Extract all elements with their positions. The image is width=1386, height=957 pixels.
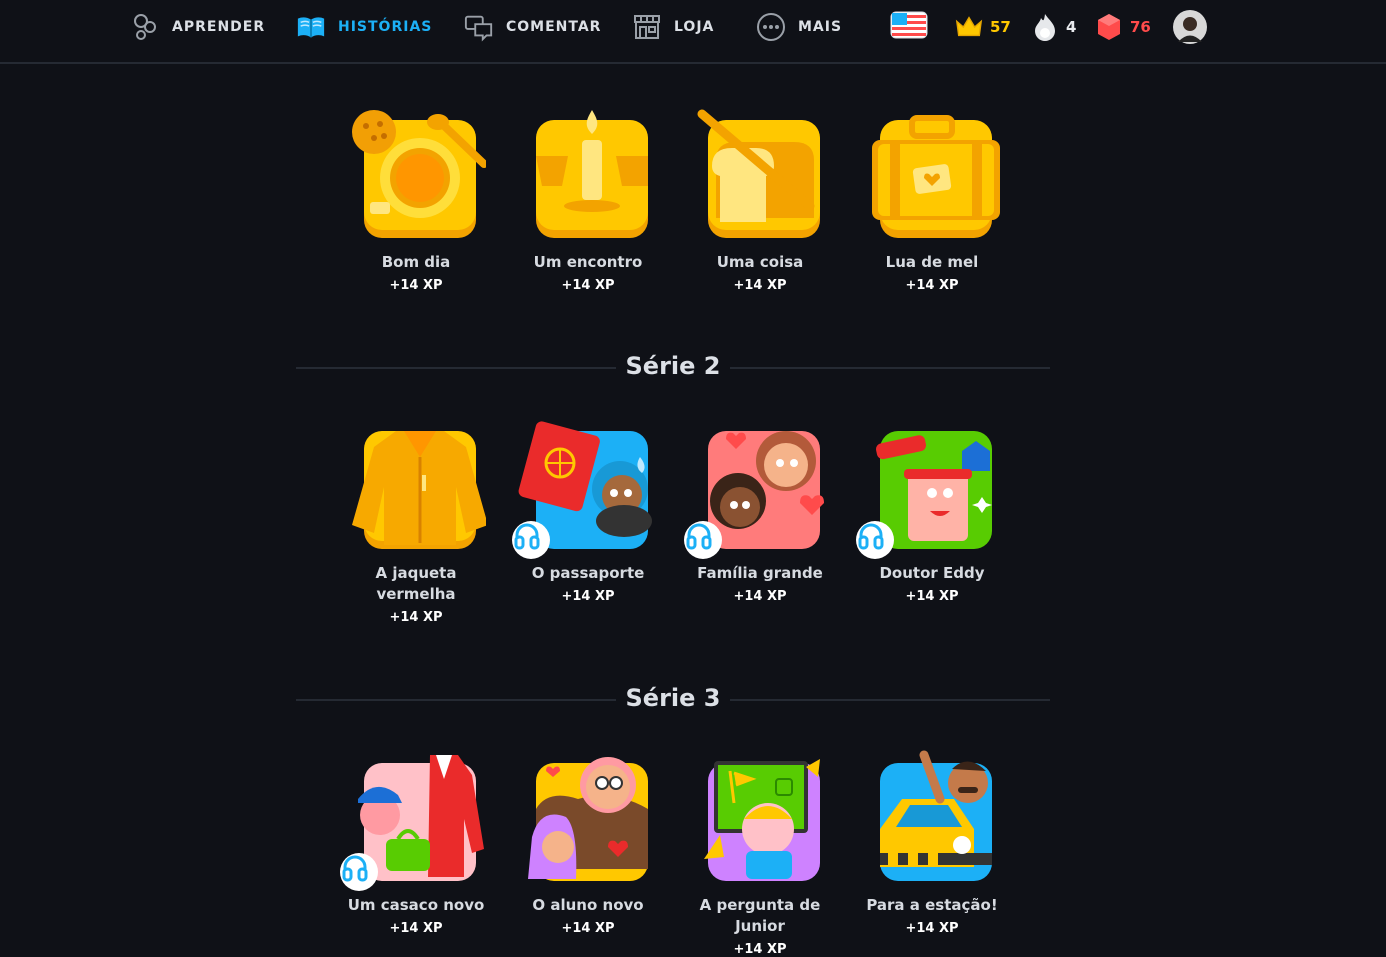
story-title: Lua de mel <box>885 253 979 271</box>
streak-counter[interactable]: 4 <box>1030 11 1076 43</box>
crown-icon <box>954 12 984 42</box>
story-xp: +14 XP <box>905 589 959 604</box>
gems-count: 76 <box>1130 18 1151 36</box>
suitcase-icon <box>862 106 1002 246</box>
crowns-counter[interactable]: 57 <box>954 11 1011 43</box>
audio-badge <box>512 521 550 559</box>
us-flag-icon <box>890 10 928 44</box>
nav-aprender[interactable]: APRENDER <box>130 11 265 43</box>
story-xp: +14 XP <box>389 278 443 293</box>
learn-icon <box>130 12 160 42</box>
story-xp: +14 XP <box>389 610 443 625</box>
taxi-icon <box>862 749 1002 889</box>
story-title: O passaporte <box>531 564 645 582</box>
story-title: O aluno novo <box>532 896 644 914</box>
crowns-count: 57 <box>990 18 1011 36</box>
story-a-pergunta-de-junior[interactable]: A pergunta de Junior +14 XP <box>685 749 835 957</box>
headphones-icon <box>514 523 540 550</box>
story-xp: +14 XP <box>733 589 787 604</box>
story-title: Família grande <box>697 564 823 582</box>
avatar-icon <box>1173 10 1207 44</box>
story-xp: +14 XP <box>561 589 615 604</box>
story-xp: +14 XP <box>389 921 443 936</box>
language-flag[interactable] <box>890 11 928 43</box>
family-icon <box>684 417 830 559</box>
story-o-aluno-novo[interactable]: O aluno novo +14 XP <box>513 749 663 936</box>
chat-icon <box>464 12 494 42</box>
nav-mais[interactable]: MAIS <box>756 11 842 43</box>
nav-loja-label: LOJA <box>674 19 715 35</box>
story-title: Um encontro <box>533 253 643 271</box>
story-title: Uma coisa <box>716 253 804 271</box>
story-a-jaqueta-vermelha[interactable]: A jaqueta vermelha +14 XP <box>341 417 491 625</box>
book-icon <box>296 12 326 42</box>
story-uma-coisa[interactable]: Uma coisa +14 XP <box>685 106 835 293</box>
story-um-encontro[interactable]: Um encontro +14 XP <box>513 106 663 293</box>
doctor-icon <box>856 417 1002 559</box>
story-o-passaporte[interactable]: O passaporte +14 XP <box>512 417 663 604</box>
story-xp: +14 XP <box>905 921 959 936</box>
coffee-cup-icon <box>346 106 486 246</box>
gem-icon <box>1094 12 1124 42</box>
avatar[interactable] <box>1172 10 1208 44</box>
story-title: Para a estação! <box>866 896 998 914</box>
candle-icon <box>518 106 658 246</box>
passport-icon <box>512 417 658 559</box>
streak-count: 4 <box>1066 18 1077 36</box>
divider <box>730 367 1050 369</box>
story-um-casaco-novo[interactable]: Um casaco novo +14 XP <box>340 749 491 936</box>
story-familia-grande[interactable]: Família grande +14 XP <box>684 417 835 604</box>
headphones-icon <box>342 855 368 882</box>
story-title: Doutor Eddy <box>879 564 985 582</box>
story-xp: +14 XP <box>905 278 959 293</box>
bread-icon <box>690 106 830 246</box>
headphones-icon <box>858 523 884 550</box>
nav-aprender-label: APRENDER <box>172 19 266 35</box>
top-nav: APRENDER HISTÓRIAS COMENTAR LOJA MAIS 57 <box>0 0 1386 64</box>
nav-mais-label: MAIS <box>798 19 843 35</box>
jacket-icon <box>346 417 486 557</box>
series-2-header: Série 2 <box>296 352 1050 382</box>
story-xp: +14 XP <box>561 278 615 293</box>
question-icon <box>690 749 830 889</box>
series-title: Série 2 <box>625 352 721 380</box>
story-bom-dia[interactable]: Bom dia +14 XP <box>341 106 491 293</box>
series-3-header: Série 3 <box>296 684 1050 714</box>
nav-historias-label: HISTÓRIAS <box>338 19 433 35</box>
gems-counter[interactable]: 76 <box>1094 11 1151 43</box>
nav-comentar[interactable]: COMENTAR <box>464 11 601 43</box>
audio-badge <box>340 853 378 891</box>
divider <box>730 699 1050 701</box>
more-icon <box>756 12 786 42</box>
story-lua-de-mel[interactable]: Lua de mel +14 XP <box>857 106 1007 293</box>
story-para-a-estacao[interactable]: Para a estação! +14 XP <box>857 749 1007 936</box>
audio-badge <box>684 521 722 559</box>
story-title: Bom dia <box>381 253 451 271</box>
story-doutor-eddy[interactable]: Doutor Eddy +14 XP <box>856 417 1007 604</box>
story-xp: +14 XP <box>561 921 615 936</box>
headphones-icon <box>686 523 712 550</box>
nav-historias[interactable]: HISTÓRIAS <box>296 11 432 43</box>
nav-comentar-label: COMENTAR <box>506 19 602 35</box>
streak-flame-icon <box>1030 12 1060 42</box>
story-title: A pergunta de Junior <box>699 896 821 935</box>
shop-icon <box>632 12 662 42</box>
nav-loja[interactable]: LOJA <box>632 11 714 43</box>
coat-icon <box>340 749 486 891</box>
series-title: Série 3 <box>625 684 721 712</box>
story-title: A jaqueta vermelha <box>375 564 457 603</box>
story-xp: +14 XP <box>733 278 787 293</box>
audio-badge <box>856 521 894 559</box>
story-title: Um casaco novo <box>347 896 485 914</box>
student-icon <box>518 749 658 889</box>
